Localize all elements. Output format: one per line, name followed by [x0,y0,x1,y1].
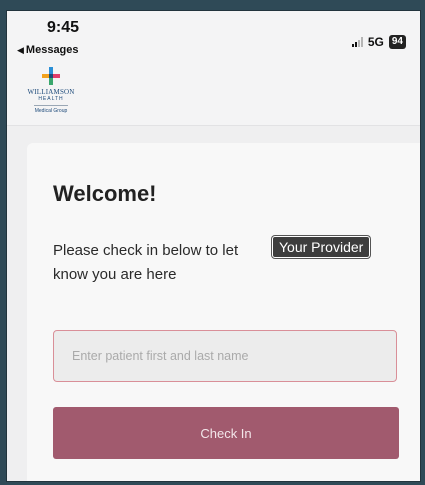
checkin-card: Welcome! Please check in below to let kn… [27,143,420,481]
provider-tooltip: Your Provider [272,236,371,258]
status-time: 9:45 [47,19,80,36]
logo-name: WILLIAMSON [27,88,75,96]
signal-bars-icon [351,37,363,47]
logo-divider [34,105,68,106]
back-label: Messages [25,44,79,56]
page-title: Welcome! [53,181,157,206]
back-arrow-icon: ◀ [17,45,24,55]
logo-sub: HEALTH [38,96,64,102]
logo-group: Medical Group [34,108,68,114]
instructions-line-2: know you are here [53,266,177,283]
status-bar: 9:45 ◀ Messages 5G 94 [7,11,420,63]
check-in-button[interactable]: Check In [53,407,399,459]
patient-name-input[interactable] [53,330,397,382]
app-header: WILLIAMSON HEALTH Medical Group [7,63,420,126]
instructions-line-1: Please check in below to let [53,242,239,259]
battery-icon: 94 [388,35,406,49]
phone-screen: 9:45 ◀ Messages 5G 94 WILLIAMSON HEALTH M… [6,10,421,482]
cross-logo-icon [42,67,60,85]
back-to-messages-link[interactable]: ◀ Messages [17,44,79,56]
network-type: 5G [367,35,384,49]
status-indicators: 5G 94 [351,35,406,49]
williamson-health-logo: WILLIAMSON HEALTH Medical Group [21,67,81,114]
